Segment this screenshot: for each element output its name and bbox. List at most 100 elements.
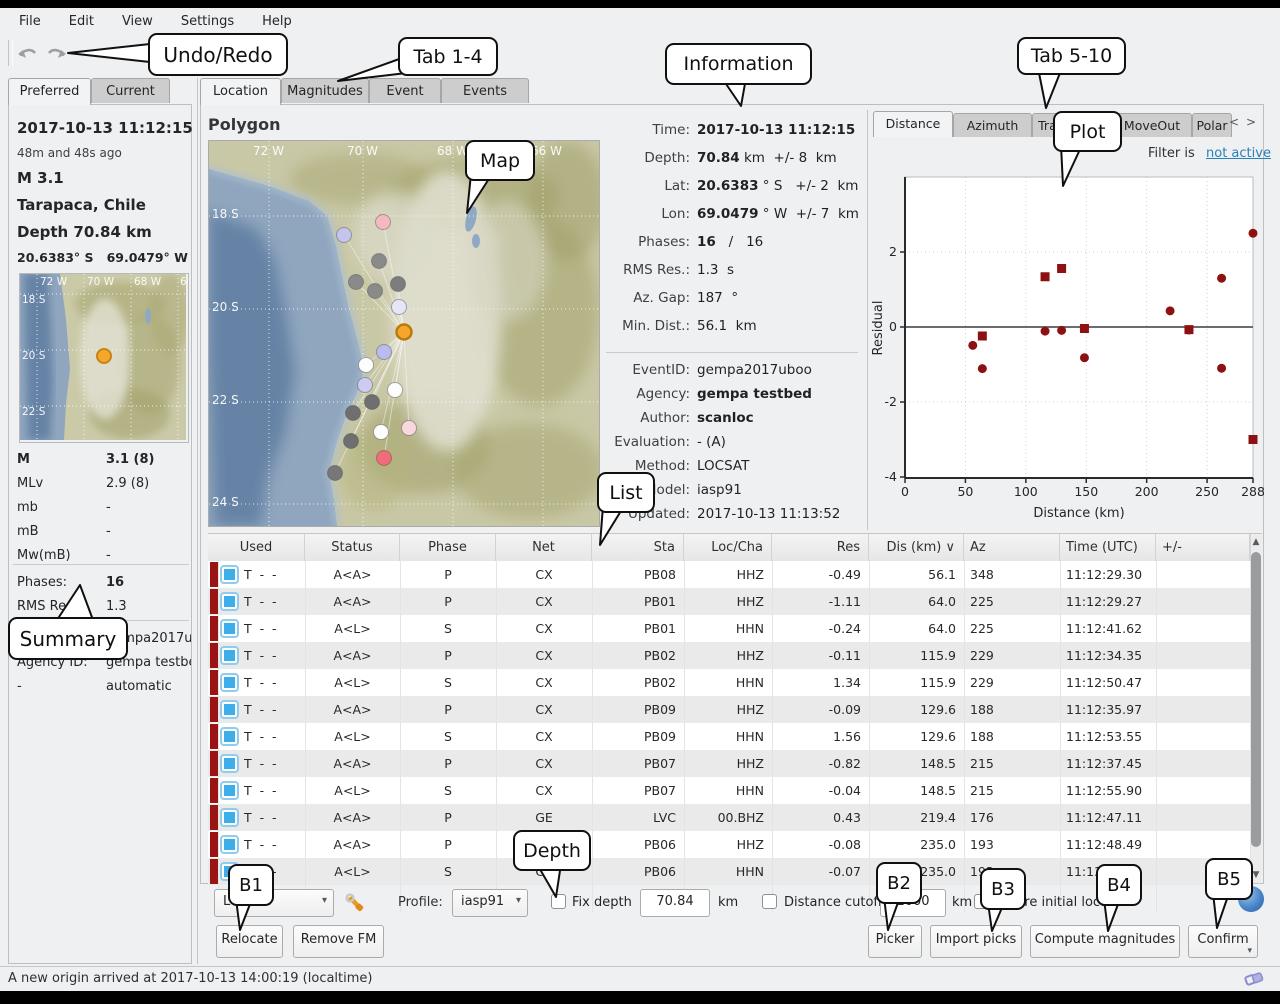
residual-point[interactable] xyxy=(1249,229,1258,238)
residual-point[interactable] xyxy=(1041,327,1050,336)
table-row[interactable]: T - -A<A>PCXPB07HHZ-0.82148.521511:12:37… xyxy=(208,750,1250,777)
menu-file[interactable]: File xyxy=(6,12,54,31)
plot-tab-polar[interactable]: Polar xyxy=(1192,113,1232,137)
station-marker[interactable] xyxy=(377,345,392,360)
station-marker[interactable] xyxy=(391,277,406,292)
table-row[interactable]: T - -A<L>SCXPB06HHN-0.07235.019311:13:12… xyxy=(208,858,1250,885)
used-checkbox[interactable] xyxy=(222,675,237,690)
station-marker[interactable] xyxy=(377,451,392,466)
plot-tabs-prev-button[interactable]: < xyxy=(1229,115,1243,133)
redo-button[interactable] xyxy=(44,42,68,64)
residual-point[interactable] xyxy=(1166,306,1175,315)
station-marker[interactable] xyxy=(372,254,387,269)
residual-point[interactable] xyxy=(978,364,987,373)
fix-depth-checkbox[interactable] xyxy=(551,894,566,909)
table-row[interactable]: T - -A<A>PCXPB06HHZ-0.08235.019311:12:48… xyxy=(208,831,1250,858)
used-checkbox[interactable] xyxy=(222,783,237,798)
table-scrollbar-thumb[interactable] xyxy=(1251,552,1261,847)
column-header-sta[interactable]: Sta xyxy=(592,534,684,561)
table-row[interactable]: T - -A<L>SCXPB07HHN-0.04148.521511:12:55… xyxy=(208,777,1250,804)
station-marker[interactable] xyxy=(359,358,374,373)
relocate-button[interactable]: Relocate xyxy=(216,925,283,958)
table-row[interactable]: T - -A<A>PCXPB08HHZ-0.4956.134811:12:29.… xyxy=(208,561,1250,588)
menu-settings[interactable]: Settings xyxy=(168,12,247,31)
picker-button[interactable]: Picker xyxy=(868,925,922,958)
remove-fm-button[interactable]: Remove FM xyxy=(293,925,384,958)
station-marker[interactable] xyxy=(358,378,373,393)
used-checkbox[interactable] xyxy=(222,594,237,609)
column-header--[interactable]: +/- xyxy=(1156,534,1250,561)
used-checkbox[interactable] xyxy=(222,648,237,663)
compute-magnitudes-button[interactable]: Compute magnitudes xyxy=(1030,925,1180,958)
profile-select[interactable]: iasp91▾ xyxy=(452,889,528,917)
table-row[interactable]: T - -A<L>SCXPB02HHN1.34115.922911:12:50.… xyxy=(208,669,1250,696)
epicenter-marker[interactable] xyxy=(397,325,412,340)
menu-view[interactable]: View xyxy=(109,12,166,31)
column-header-status[interactable]: Status xyxy=(305,534,400,561)
table-row[interactable]: T - -A<L>SCXPB09HHN1.56129.618811:12:53.… xyxy=(208,723,1250,750)
station-marker[interactable] xyxy=(368,284,383,299)
tab-event[interactable]: Event xyxy=(369,78,441,103)
distance-cutoff-checkbox[interactable] xyxy=(762,894,777,909)
column-header-loc-cha[interactable]: Loc/Cha xyxy=(684,534,772,561)
scroll-up-arrow[interactable]: ▲ xyxy=(1250,535,1262,549)
table-row[interactable]: T - -A<A>PCXPB09HHZ-0.09129.618811:12:35… xyxy=(208,696,1250,723)
residual-point[interactable] xyxy=(968,341,977,350)
plot-tab-moveout[interactable]: MoveOut xyxy=(1112,113,1192,137)
table-row[interactable]: T - -A<L>SCXPB01HHN-0.2464.022511:12:41.… xyxy=(208,615,1250,642)
station-marker[interactable] xyxy=(402,421,417,436)
residual-point[interactable] xyxy=(978,332,987,341)
station-marker[interactable] xyxy=(376,215,391,230)
depth-input[interactable]: 70.84 xyxy=(640,889,710,917)
used-checkbox[interactable] xyxy=(222,756,237,771)
table-row[interactable]: T - -A<A>PGELVC00.BHZ0.43219.417611:12:4… xyxy=(208,804,1250,831)
column-header-phase[interactable]: Phase xyxy=(400,534,496,561)
residual-point[interactable] xyxy=(1217,274,1226,283)
residual-point[interactable] xyxy=(1249,435,1258,444)
tab-magnitudes[interactable]: Magnitudes xyxy=(281,78,369,103)
station-marker[interactable] xyxy=(365,395,380,410)
panel-splitter[interactable] xyxy=(197,78,198,964)
locator-settings-button[interactable] xyxy=(344,892,366,918)
residual-point[interactable] xyxy=(1080,353,1089,362)
used-checkbox[interactable] xyxy=(222,729,237,744)
plot-tab-distance[interactable]: Distance xyxy=(873,111,953,137)
tab-preferred[interactable]: Preferred xyxy=(8,78,91,105)
tab-events[interactable]: Events xyxy=(441,78,529,103)
station-marker[interactable] xyxy=(328,466,343,481)
station-marker[interactable] xyxy=(388,383,403,398)
confirm-button[interactable]: Confirm ▾ xyxy=(1188,925,1258,958)
station-marker[interactable] xyxy=(374,425,389,440)
menu-help[interactable]: Help xyxy=(249,12,305,31)
import-picks-button[interactable]: Import picks xyxy=(930,925,1022,958)
residual-point[interactable] xyxy=(1057,264,1066,273)
column-header-net[interactable]: Net xyxy=(496,534,592,561)
used-checkbox[interactable] xyxy=(222,837,237,852)
residual-point[interactable] xyxy=(1184,325,1193,334)
tab-location[interactable]: Location xyxy=(200,78,281,105)
residual-point[interactable] xyxy=(1217,364,1226,373)
toolbar-drag-handle[interactable] xyxy=(8,40,13,66)
filter-toggle-link[interactable]: not active xyxy=(1206,146,1271,161)
residual-point[interactable] xyxy=(1041,272,1050,281)
station-marker[interactable] xyxy=(392,300,407,315)
used-checkbox[interactable] xyxy=(222,702,237,717)
column-header-res[interactable]: Res xyxy=(772,534,869,561)
menu-edit[interactable]: Edit xyxy=(56,12,107,31)
location-map[interactable]: 72 W70 W68 W66 W18 S20 S22 S24 S xyxy=(208,140,600,527)
table-row[interactable]: T - -A<A>PCXPB01HHZ-1.1164.022511:12:29.… xyxy=(208,588,1250,615)
table-row[interactable]: T - -A<A>PCXPB02HHZ-0.11115.922911:12:34… xyxy=(208,642,1250,669)
column-header-dis-km-[interactable]: Dis (km) ∨ xyxy=(869,534,964,561)
used-checkbox[interactable] xyxy=(222,567,237,582)
station-marker[interactable] xyxy=(349,275,364,290)
plot-tabs-next-button[interactable]: > xyxy=(1246,115,1260,133)
tab-current[interactable]: Current xyxy=(91,78,170,103)
column-header-az[interactable]: Az xyxy=(964,534,1060,561)
used-checkbox[interactable] xyxy=(222,621,237,636)
residual-plot[interactable]: 05010015020025028820-2-4Distance (km)Res… xyxy=(872,165,1264,527)
station-marker[interactable] xyxy=(337,228,352,243)
residual-point[interactable] xyxy=(1080,324,1089,333)
plot-tab-azimuth[interactable]: Azimuth xyxy=(953,113,1032,137)
station-marker[interactable] xyxy=(344,434,359,449)
column-header-used[interactable]: Used xyxy=(208,534,305,561)
